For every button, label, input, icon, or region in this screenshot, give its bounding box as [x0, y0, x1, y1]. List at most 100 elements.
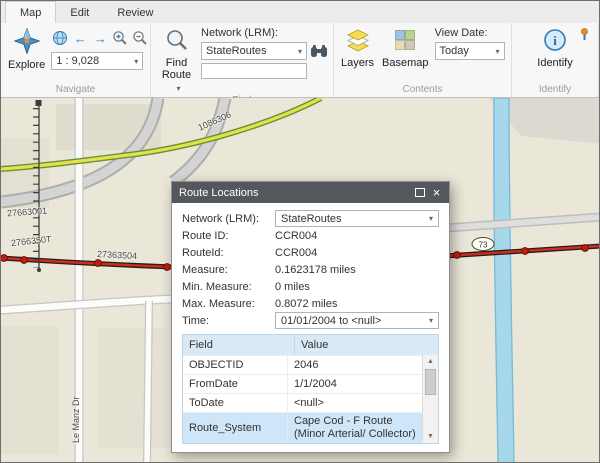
time-dropdown[interactable]: 01/01/2004 to <null> ▾ — [275, 312, 439, 329]
max-measure-value: 0.8072 miles — [275, 297, 338, 310]
close-button[interactable]: × — [428, 184, 445, 201]
layers-icon — [346, 28, 370, 55]
ribbon-tab-bar: Map Edit Review — [1, 1, 599, 23]
network-lrm-value: StateRoutes — [206, 45, 267, 57]
table-cell-field: FromDate — [183, 375, 288, 393]
scroll-down-button[interactable]: ▼ — [427, 430, 434, 443]
previous-extent-button[interactable]: ← — [71, 29, 89, 47]
table-header-row: Field Value — [183, 335, 438, 355]
explore-compass-icon — [12, 27, 41, 57]
maximize-icon — [414, 188, 425, 197]
scroll-up-button[interactable]: ▲ — [427, 355, 434, 368]
table-cell-field: ToDate — [183, 394, 288, 412]
identify-button[interactable]: i Identify — [529, 26, 581, 84]
table-header-field: Field — [183, 335, 295, 355]
view-date-value: Today — [439, 45, 469, 57]
time-value: 01/01/2004 to <null> — [281, 314, 382, 327]
layers-button[interactable]: Layers — [339, 26, 376, 84]
basemap-icon — [393, 28, 417, 55]
scroll-thumb[interactable] — [425, 369, 436, 395]
table-cell-value: <null> — [294, 396, 324, 409]
explore-label: Explore — [8, 59, 46, 71]
panel-titlebar[interactable]: Route Locations × — [172, 182, 449, 203]
field-label-time: Time: — [182, 314, 210, 327]
basemap-button[interactable]: Basemap — [380, 26, 430, 84]
find-route-magnifier-icon — [165, 28, 189, 55]
street-name-label: Le Manz Dr — [71, 396, 81, 443]
maximize-button[interactable] — [411, 184, 428, 201]
magnifier-plus-icon — [113, 31, 128, 45]
layers-label: Layers — [341, 57, 375, 69]
view-date-label: View Date: — [434, 27, 488, 39]
zoom-out-button[interactable] — [131, 29, 149, 47]
table-row-selected[interactable]: Route_System Cape Cod - F Route (Minor A… — [183, 412, 422, 443]
field-label-network: Network (LRM): — [182, 212, 260, 225]
dropdown-arrow-icon: ▾ — [176, 84, 181, 93]
zoom-in-button[interactable] — [111, 29, 129, 47]
route-shield: 73 — [471, 237, 495, 251]
table-cell-value: 1/1/2004 — [294, 377, 337, 390]
next-extent-button[interactable]: → — [91, 29, 109, 47]
table-row[interactable]: FromDate 1/1/2004 — [183, 374, 422, 393]
table-row[interactable]: OBJECTID 2046 — [183, 355, 422, 374]
ribbon-group-identify: i Identify Identify — [512, 23, 599, 97]
map-scale-value: 1 : 9,028 — [56, 55, 100, 67]
field-label-route-id: Route ID: — [182, 229, 229, 242]
table-cell-field: Route_System — [183, 413, 288, 443]
search-routes-button[interactable] — [310, 42, 328, 60]
application-window: Map Edit Review Explore ← → 1: 9,028 ▾ … — [0, 0, 600, 463]
panel-network-value: StateRoutes — [281, 212, 342, 225]
explore-button[interactable]: Explore — [6, 26, 47, 84]
route-locations-panel: Route Locations × Network (LRM): StateRo… — [171, 181, 450, 453]
dropdown-arrow-icon: ▾ — [297, 46, 302, 56]
routeid-value: CCR004 — [275, 246, 318, 259]
table-cell-value: 2046 — [294, 358, 319, 371]
ribbon-group-find: Find Route ▾ Network (LRM): StateRoutes … — [151, 23, 334, 106]
group-label-navigate: Navigate — [55, 84, 96, 95]
table-cell-value: Cape Cod - F Route (Minor Arterial/ Coll… — [294, 415, 416, 440]
group-label-contents: Contents — [402, 84, 443, 95]
ribbon-group-contents: Layers Basemap View Date: Today ▾ Conten… — [334, 23, 512, 97]
view-date-combobox[interactable]: Today ▾ — [434, 42, 505, 60]
dropdown-arrow-icon: ▾ — [428, 214, 433, 223]
ribbon-group-navigate: Explore ← → 1: 9,028 ▾ Navigate — [1, 23, 151, 97]
binoculars-icon — [311, 45, 327, 57]
panel-title: Route Locations — [179, 186, 259, 199]
route-id-input[interactable] — [201, 63, 307, 79]
field-label-max-measure: Max. Measure: — [182, 297, 255, 310]
find-route-label: Find Route — [161, 57, 192, 81]
map-view[interactable]: 73 27663001 2766350T 27363504 1086306 Le… — [1, 98, 599, 462]
basemap-label: Basemap — [382, 57, 429, 69]
panel-network-dropdown[interactable]: StateRoutes ▾ — [275, 210, 439, 227]
ribbon: Explore ← → 1: 9,028 ▾ Navigate Find Ro… — [1, 23, 599, 106]
min-measure-value: 0 miles — [275, 280, 310, 293]
network-lrm-combobox[interactable]: StateRoutes ▾ — [201, 42, 307, 60]
group-label-identify: Identify — [538, 84, 572, 95]
add-point-tool-button[interactable] — [576, 26, 593, 43]
dropdown-arrow-icon: ▾ — [134, 56, 139, 66]
route-id-value: CCR004 — [275, 229, 318, 242]
table-header-value: Value — [301, 339, 329, 351]
field-label-measure: Measure: — [182, 263, 228, 276]
globe-icon — [53, 31, 68, 45]
map-label: 27363504 — [96, 248, 138, 262]
table-row[interactable]: ToDate <null> — [183, 393, 422, 412]
panel-body: Network (LRM): StateRoutes ▾ Route ID: C… — [172, 203, 449, 452]
attributes-table: Field Value OBJECTID 2046 FromDate 1/1/2… — [182, 334, 439, 444]
table-cell-field: OBJECTID — [183, 356, 288, 374]
identify-info-icon: i — [543, 28, 567, 55]
tab-map[interactable]: Map — [5, 1, 57, 23]
find-route-button[interactable]: Find Route ▾ — [156, 26, 197, 95]
dropdown-arrow-icon: ▾ — [428, 316, 433, 325]
point-pin-icon — [581, 28, 588, 40]
table-scrollbar[interactable]: ▲ ▼ — [422, 355, 438, 443]
tab-review[interactable]: Review — [103, 3, 167, 23]
field-label-routeid: RouteId: — [182, 246, 224, 259]
tab-edit[interactable]: Edit — [56, 3, 103, 23]
network-lrm-label: Network (LRM): — [201, 27, 279, 39]
map-scale-combobox[interactable]: 1 : 9,028 ▾ — [51, 52, 144, 70]
measure-value: 0.1623178 miles — [275, 263, 356, 276]
identify-label: Identify — [537, 57, 573, 69]
full-extent-button[interactable] — [51, 29, 69, 47]
field-label-min-measure: Min. Measure: — [182, 280, 252, 293]
